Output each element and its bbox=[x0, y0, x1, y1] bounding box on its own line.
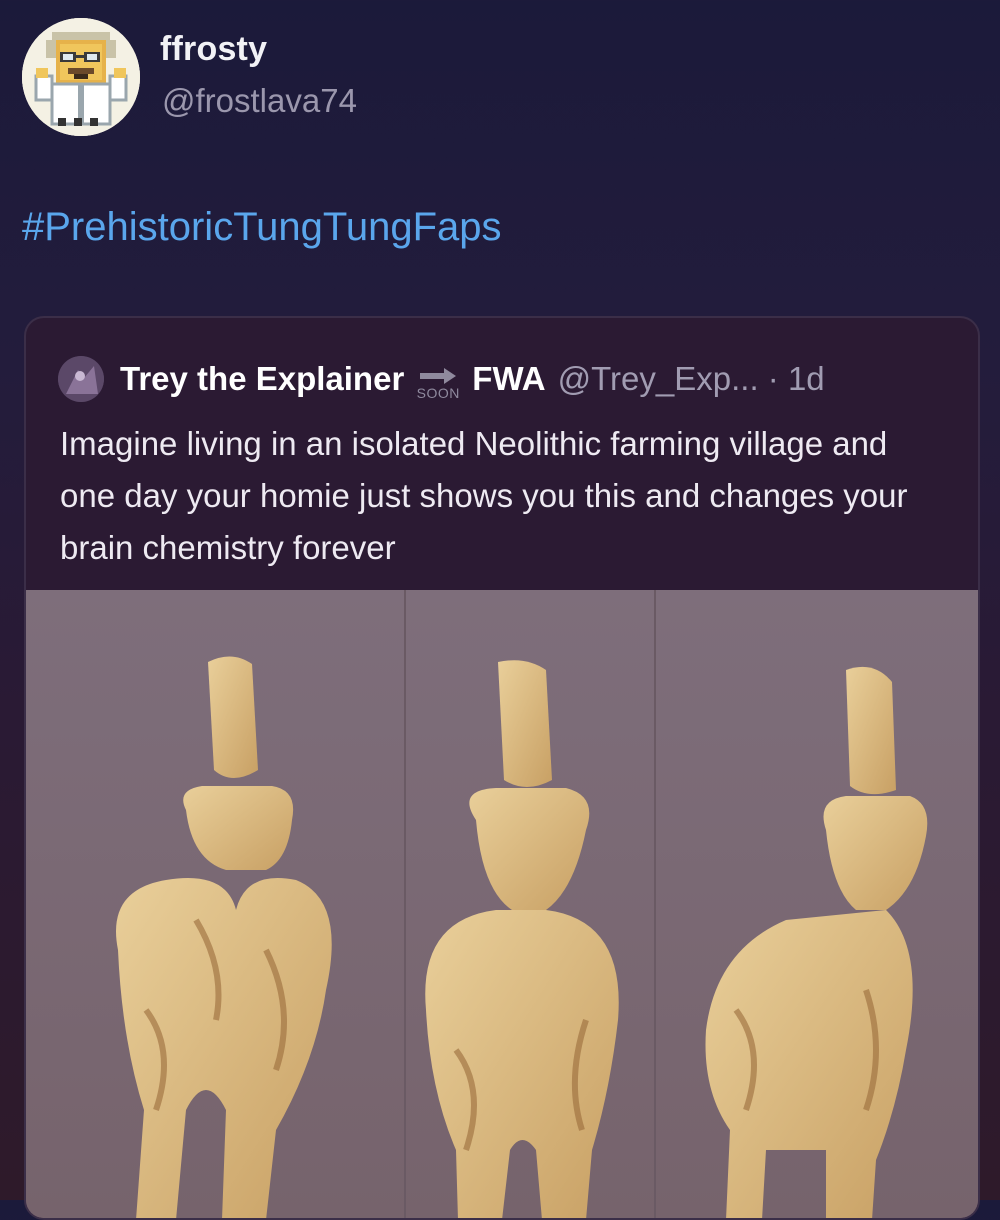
quoted-author-avatar[interactable] bbox=[58, 356, 104, 402]
user-handle[interactable]: @frostlava74 bbox=[162, 82, 357, 120]
hashtag-link[interactable]: #PrehistoricTungTungFaps bbox=[22, 205, 502, 250]
quoted-author-avatar-icon bbox=[58, 356, 104, 402]
soon-badge: SOON bbox=[416, 366, 460, 400]
pixel-art-scientist-avatar-icon bbox=[22, 18, 140, 136]
quoted-author-name-suffix[interactable]: FWA bbox=[472, 360, 545, 398]
quoted-author-name[interactable]: Trey the Explainer bbox=[120, 360, 404, 398]
arrow-right-icon bbox=[420, 368, 457, 384]
quoted-post-image[interactable] bbox=[26, 590, 978, 1218]
neolithic-figurine-photo-icon bbox=[26, 590, 978, 1218]
avatar[interactable] bbox=[22, 18, 140, 136]
quoted-post-meta: @Trey_Exp... · 1d bbox=[557, 360, 825, 397]
soon-badge-label: SOON bbox=[416, 385, 460, 401]
quoted-post-card[interactable]: Trey the Explainer SOON FWA @Trey_Exp...… bbox=[24, 316, 980, 1220]
display-name[interactable]: ffrosty bbox=[160, 30, 267, 69]
quoted-post-header: Trey the Explainer SOON FWA @Trey_Exp...… bbox=[58, 354, 825, 404]
quoted-post-text: Imagine living in an isolated Neolithic … bbox=[60, 425, 908, 566]
